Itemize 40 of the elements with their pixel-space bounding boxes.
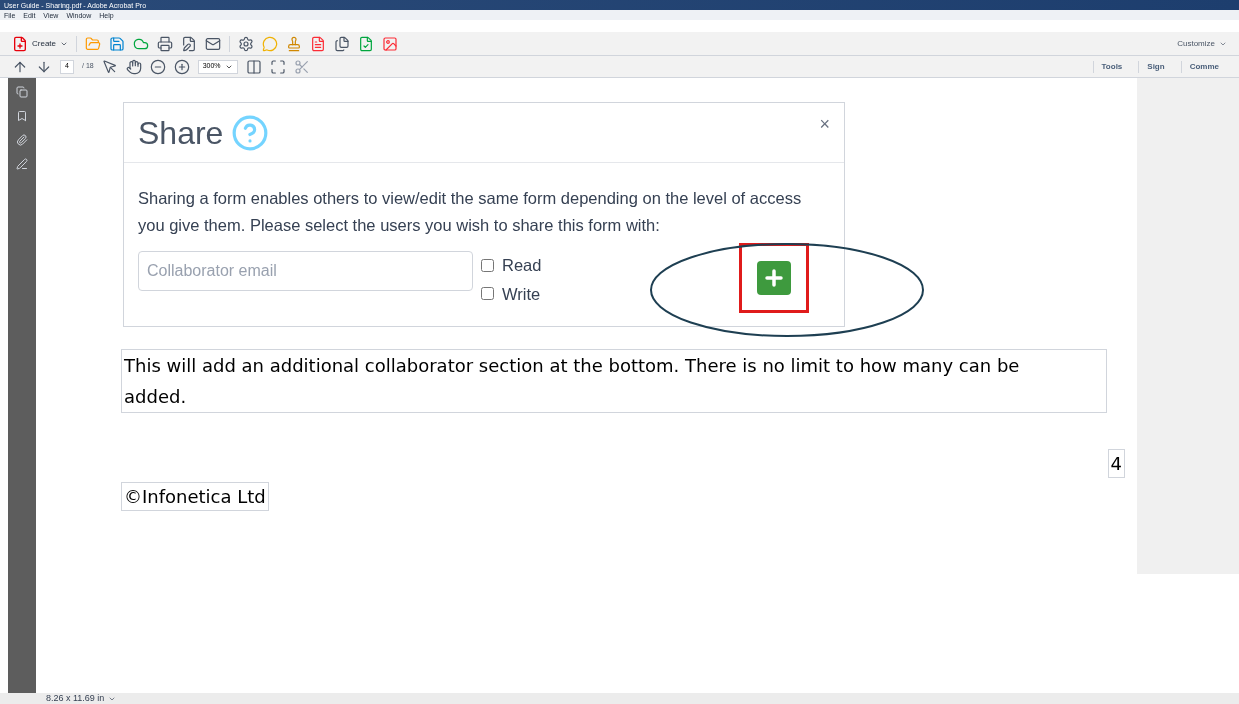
page-number: 4 (1107, 449, 1125, 478)
note-text: This will add an additional collaborator section at the bottom. There is no limit to how many can be added. (121, 349, 1107, 413)
stamp-icon[interactable] (286, 35, 302, 52)
customize-button[interactable]: Customize (1177, 37, 1227, 50)
fit-page-icon[interactable] (245, 58, 262, 75)
hand-icon[interactable] (125, 58, 142, 75)
permission-checkbox[interactable] (481, 287, 494, 301)
pane-tab[interactable]: Sign (1138, 60, 1173, 73)
save-icon[interactable] (109, 35, 125, 52)
page-size: 8.26 x 11.69 in (46, 694, 105, 703)
permission-checkbox[interactable] (481, 258, 494, 272)
document-icon[interactable] (310, 35, 326, 52)
document-check-icon[interactable] (358, 35, 374, 52)
footer-text: ©Infonetica Ltd (121, 482, 269, 511)
dialog-title: Share (138, 113, 224, 153)
image-icon[interactable] (382, 35, 398, 52)
full-screen-icon[interactable] (269, 58, 286, 75)
paperclip-icon[interactable] (16, 134, 28, 146)
dialog-message: Sharing a form enables others to view/edit the same form depending on the level of access you give them. Please select the users you wish to share this form with: (137, 188, 803, 236)
documents-icon[interactable] (334, 35, 350, 52)
add-button[interactable] (757, 261, 792, 295)
mail-icon[interactable] (205, 35, 221, 52)
permission-label: Read (502, 257, 542, 274)
scissors-icon[interactable] (293, 58, 310, 75)
email-field[interactable]: Collaborator email (138, 251, 473, 291)
document-add-icon (12, 35, 28, 52)
pages-icon[interactable] (16, 86, 28, 98)
zoom-out-icon[interactable] (149, 58, 166, 75)
zoom-in-icon[interactable] (173, 58, 190, 75)
pane-tab[interactable]: Comme (1180, 60, 1227, 73)
edit-document-icon[interactable] (181, 35, 197, 52)
bookmark-icon[interactable] (16, 110, 28, 122)
close-button[interactable]: × (819, 111, 830, 138)
create-button[interactable]: Create (12, 35, 68, 52)
pointer-icon[interactable] (101, 58, 118, 75)
print-icon[interactable] (157, 35, 173, 52)
pane-tab[interactable]: Tools (1092, 60, 1131, 73)
signature-icon[interactable] (16, 158, 28, 170)
permission-label: Write (502, 285, 541, 302)
settings-icon[interactable] (238, 35, 254, 52)
